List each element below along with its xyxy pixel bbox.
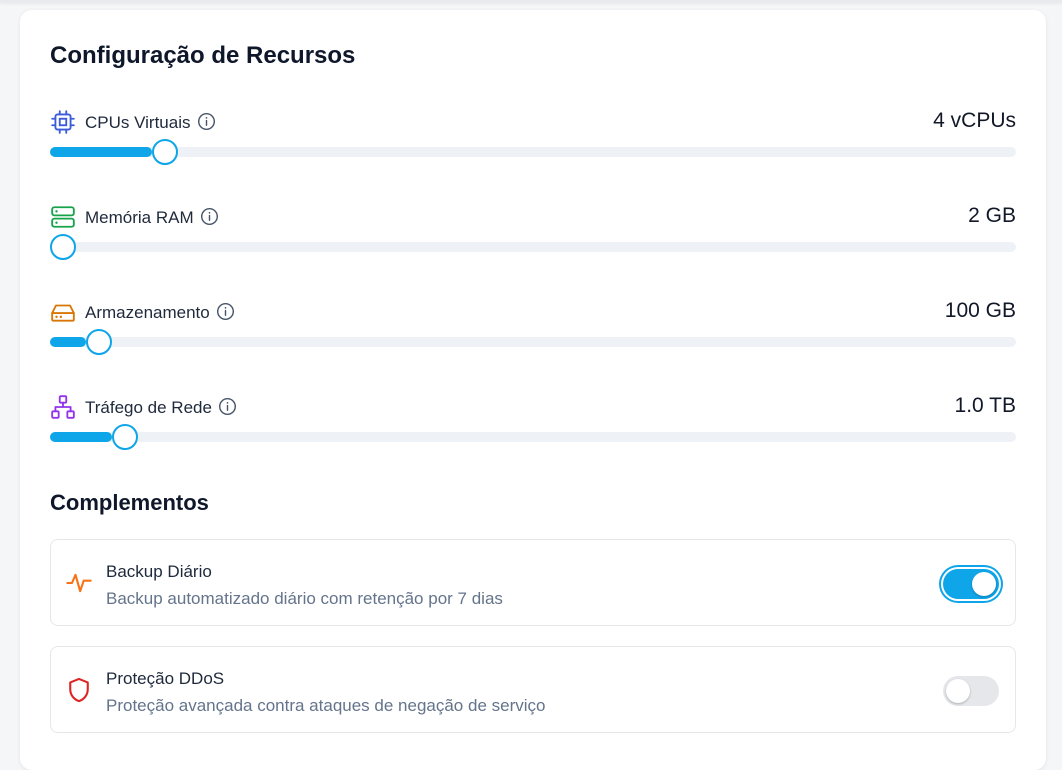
slider-thumb[interactable] — [111, 424, 138, 450]
slider-thumb[interactable] — [50, 234, 76, 260]
resource-value: 100 GB — [944, 299, 1016, 322]
resource-cpu: CPUs Virtuais 4 vCPUs — [50, 108, 1016, 168]
addon-backup: Backup Diário Backup automatizado diário… — [50, 539, 1016, 626]
addons-section-title: Complementos — [50, 490, 209, 515]
toggle-knob — [972, 572, 996, 596]
resource-memory: Memória RAM 2 GB — [50, 203, 1016, 263]
top-shadow-bar — [0, 0, 1062, 3]
resource-value: 4 vCPUs — [933, 109, 1016, 132]
addon-name: Backup Diário — [106, 562, 212, 581]
info-icon[interactable] — [216, 302, 235, 321]
addon-ddos: Proteção DDoS Proteção avançada contra a… — [50, 646, 1016, 733]
info-icon[interactable] — [197, 112, 216, 131]
cpu-slider-track[interactable] — [50, 139, 1016, 165]
info-icon[interactable] — [218, 397, 237, 416]
resource-storage: Armazenamento 100 GB — [50, 298, 1016, 358]
memory-icon — [51, 206, 75, 228]
toggle-knob — [946, 679, 970, 703]
addon-description: Backup automatizado diário com retenção … — [106, 589, 503, 608]
slider-thumb[interactable] — [152, 139, 179, 165]
activity-pulse-icon — [66, 573, 92, 593]
resource-label: CPUs Virtuais — [85, 113, 191, 132]
page-title: Configuração de Recursos — [50, 42, 356, 69]
resource-label: Memória RAM — [85, 208, 194, 227]
cpu-icon — [51, 110, 75, 134]
storage-slider-track[interactable] — [50, 329, 1016, 355]
info-icon[interactable] — [200, 207, 219, 226]
slider-thumb[interactable] — [85, 329, 112, 355]
resource-value: 2 GB — [968, 204, 1016, 227]
network-slider-track[interactable] — [50, 424, 1016, 450]
slider-fill — [50, 147, 153, 157]
addon-description: Proteção avançada contra ataques de nega… — [106, 696, 546, 715]
resource-value: 1.0 TB — [954, 394, 1016, 417]
network-icon — [51, 395, 75, 419]
slider-fill — [50, 337, 86, 347]
memory-slider-track[interactable] — [50, 234, 1016, 260]
resource-network: Tráfego de Rede 1.0 TB — [50, 393, 1016, 453]
ddos-toggle[interactable] — [943, 676, 999, 706]
resource-config-card: Configuração de Recursos CPUs Virtuais 4… — [20, 10, 1046, 770]
storage-drive-icon — [51, 304, 75, 322]
resource-label: Tráfego de Rede — [85, 398, 212, 417]
shield-icon — [69, 677, 89, 703]
backup-toggle[interactable] — [943, 569, 999, 599]
slider-fill — [50, 432, 112, 442]
addon-name: Proteção DDoS — [106, 669, 225, 688]
resource-label: Armazenamento — [85, 303, 210, 322]
